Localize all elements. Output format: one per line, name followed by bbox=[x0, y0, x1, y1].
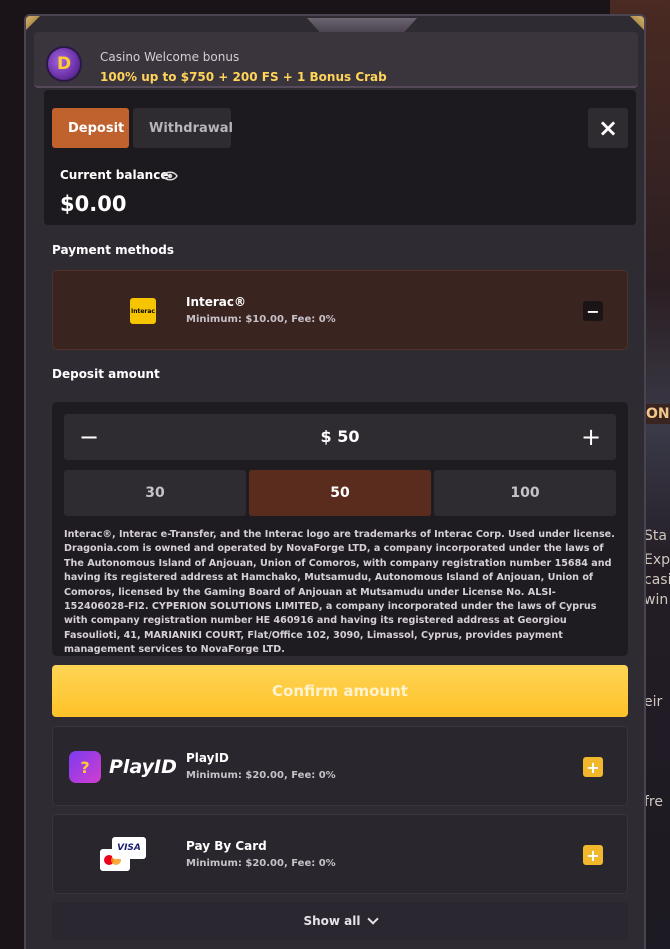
card-icon: VISA bbox=[98, 837, 148, 873]
corner-ornament bbox=[26, 16, 40, 30]
expand-icon[interactable]: + bbox=[583, 757, 603, 777]
card-logo: VISA bbox=[93, 837, 153, 873]
balance-value: $0.00 bbox=[60, 192, 127, 216]
tab-withdrawal[interactable]: Withdrawal bbox=[133, 108, 233, 148]
show-all-button[interactable]: Show all bbox=[52, 902, 628, 940]
backdrop-text: win bbox=[644, 592, 669, 608]
method-info: Minimum: $20.00, Fee: 0% bbox=[186, 770, 336, 781]
bonus-title: Casino Welcome bonus bbox=[100, 50, 240, 64]
legal-disclaimer: Interac®, Interac e-Transfer, and the In… bbox=[64, 529, 615, 656]
chevron-down-icon bbox=[366, 913, 379, 925]
payment-methods-heading: Payment methods bbox=[52, 243, 175, 257]
backdrop-text: casi bbox=[644, 572, 670, 588]
preset-amount-button[interactable]: 30 bbox=[64, 470, 246, 516]
interac-logo: Interac bbox=[93, 295, 193, 327]
method-info: Minimum: $20.00, Fee: 0% bbox=[186, 858, 336, 869]
amount-stepper: − $ 50 + bbox=[64, 414, 616, 460]
close-icon: × bbox=[597, 114, 619, 142]
amount-input[interactable]: $ 50 bbox=[64, 427, 616, 446]
backdrop-text: eir bbox=[644, 694, 663, 710]
welcome-bonus-banner[interactable]: D Casino Welcome bonus 100% up to $750 +… bbox=[34, 32, 638, 88]
playid-icon: ? bbox=[69, 751, 101, 783]
method-name: Pay By Card bbox=[186, 839, 267, 853]
preset-amount-button-selected[interactable]: 50 bbox=[249, 470, 431, 516]
corner-ornament bbox=[630, 16, 644, 30]
payment-method-interac[interactable]: Interac Interac® Minimum: $10.00, Fee: 0… bbox=[52, 270, 628, 350]
expand-icon[interactable]: + bbox=[583, 845, 603, 865]
balance-label: Current balance bbox=[60, 168, 169, 182]
deposit-modal: D Casino Welcome bonus 100% up to $750 +… bbox=[24, 14, 646, 949]
bonus-subtitle: 100% up to $750 + 200 FS + 1 Bonus Crab bbox=[100, 70, 387, 84]
balance-panel: Deposit Withdrawal × Current balance $0.… bbox=[44, 90, 636, 225]
amount-panel: − $ 50 + 30 50 100 Interac®, Interac e-T… bbox=[52, 402, 628, 656]
close-button[interactable]: × bbox=[588, 108, 628, 148]
eye-icon[interactable] bbox=[162, 170, 178, 182]
backdrop-text: Sta bbox=[644, 528, 667, 544]
payment-method-playid[interactable]: ? PlayID PlayID Minimum: $20.00, Fee: 0%… bbox=[52, 726, 628, 806]
bonus-logo-icon: D bbox=[48, 48, 80, 80]
tab-deposit[interactable]: Deposit bbox=[52, 108, 129, 148]
method-name: Interac® bbox=[186, 295, 247, 309]
increase-button[interactable]: + bbox=[576, 422, 606, 452]
preset-amount-button[interactable]: 100 bbox=[434, 470, 616, 516]
playid-logo: ? PlayID bbox=[69, 751, 179, 783]
payment-method-card[interactable]: VISA Pay By Card Minimum: $20.00, Fee: 0… bbox=[52, 814, 628, 894]
backdrop-text: ONU bbox=[644, 404, 670, 424]
backdrop-text: Exp bbox=[644, 552, 670, 568]
collapse-icon[interactable]: − bbox=[583, 301, 603, 321]
method-info: Minimum: $10.00, Fee: 0% bbox=[186, 314, 336, 325]
method-name: PlayID bbox=[186, 751, 229, 765]
interac-icon: Interac bbox=[130, 298, 156, 324]
confirm-amount-button[interactable]: Confirm amount bbox=[52, 665, 628, 717]
playid-wordmark: PlayID bbox=[109, 756, 177, 778]
backdrop-text: fre bbox=[644, 794, 663, 810]
deposit-amount-heading: Deposit amount bbox=[52, 367, 160, 381]
visa-card: VISA bbox=[112, 837, 146, 859]
show-all-label: Show all bbox=[303, 914, 361, 928]
